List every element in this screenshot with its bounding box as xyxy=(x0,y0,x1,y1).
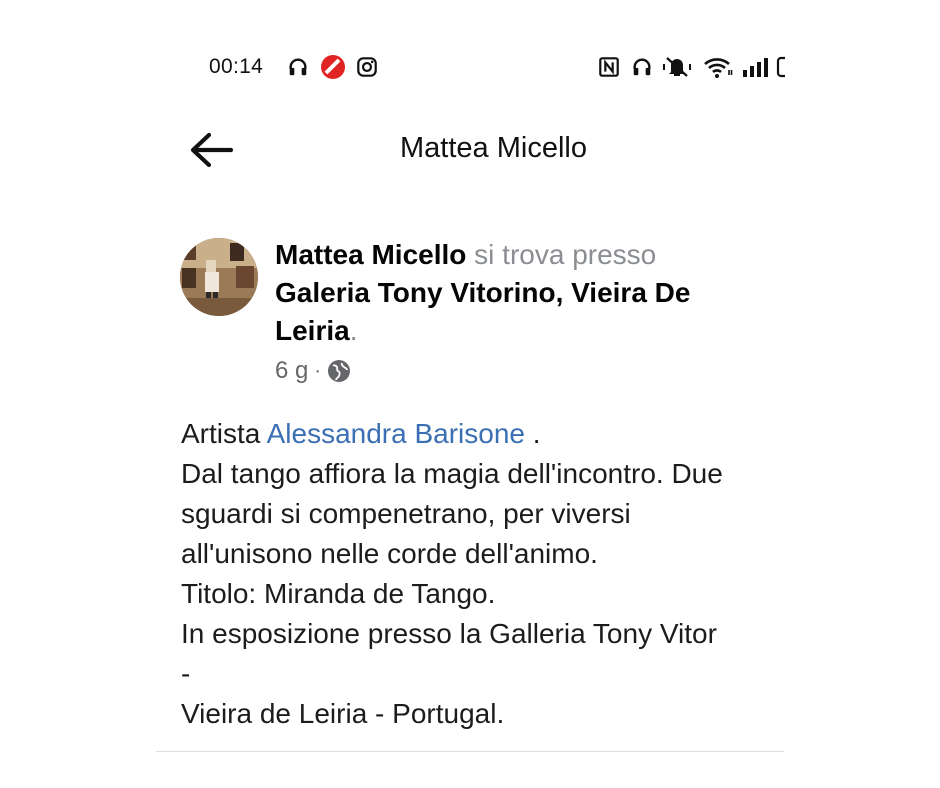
instagram-icon xyxy=(355,54,379,80)
body-text: Artista xyxy=(181,418,267,449)
body-line: sguardi si compenetrano, per viversi xyxy=(181,498,631,529)
action-text: si trova presso xyxy=(466,239,657,270)
body-line: In esposizione presso la Galleria Tony V… xyxy=(181,618,717,649)
body-line: Dal tango affiora la magia dell'incontro… xyxy=(181,458,723,489)
place-name-line1[interactable]: Galeria Tony Vitorino, Vieira De xyxy=(275,277,690,308)
avatar[interactable] xyxy=(180,238,258,316)
battery-icon xyxy=(775,54,785,80)
post-time[interactable]: 6 g xyxy=(275,357,308,385)
body-text: . xyxy=(524,418,541,449)
author-name[interactable]: Mattea Micello xyxy=(275,239,466,270)
arrow-left-icon xyxy=(190,132,233,168)
body-line: - xyxy=(181,658,191,689)
place-suffix: . xyxy=(349,315,358,346)
signal-icon xyxy=(742,54,770,80)
wifi-icon xyxy=(703,54,733,80)
place-name-line2[interactable]: Leiria xyxy=(275,315,350,346)
red-app-icon xyxy=(320,54,346,80)
meta-separator: · xyxy=(314,359,322,382)
globe-icon xyxy=(327,359,351,383)
vibrate-muted-icon xyxy=(661,54,693,80)
body-line: Titolo: Miranda de Tango. xyxy=(181,578,496,609)
divider xyxy=(156,751,784,752)
post-meta: 6 g · xyxy=(275,354,351,388)
back-button[interactable] xyxy=(186,128,236,172)
screen: 00:14 Mattea Micello Mattea Micello si t… xyxy=(0,0,940,788)
body-line: Vieira de Leiria - Portugal. xyxy=(181,698,505,729)
headphones-icon xyxy=(630,54,654,80)
post-header: Mattea Micello si trova presso Galeria T… xyxy=(275,236,745,350)
status-time: 00:14 xyxy=(209,55,264,78)
body-line: Artista Alessandra Barisone . xyxy=(181,414,791,454)
post-body: Artista Alessandra Barisone . Dal tango … xyxy=(181,414,791,734)
body-line: all'unisono nelle corde dell'animo. xyxy=(181,538,598,569)
headphones-icon xyxy=(286,54,310,80)
page-title: Mattea Micello xyxy=(400,132,587,164)
nfc-icon xyxy=(597,54,621,80)
mention-link[interactable]: Alessandra Barisone xyxy=(267,418,525,449)
